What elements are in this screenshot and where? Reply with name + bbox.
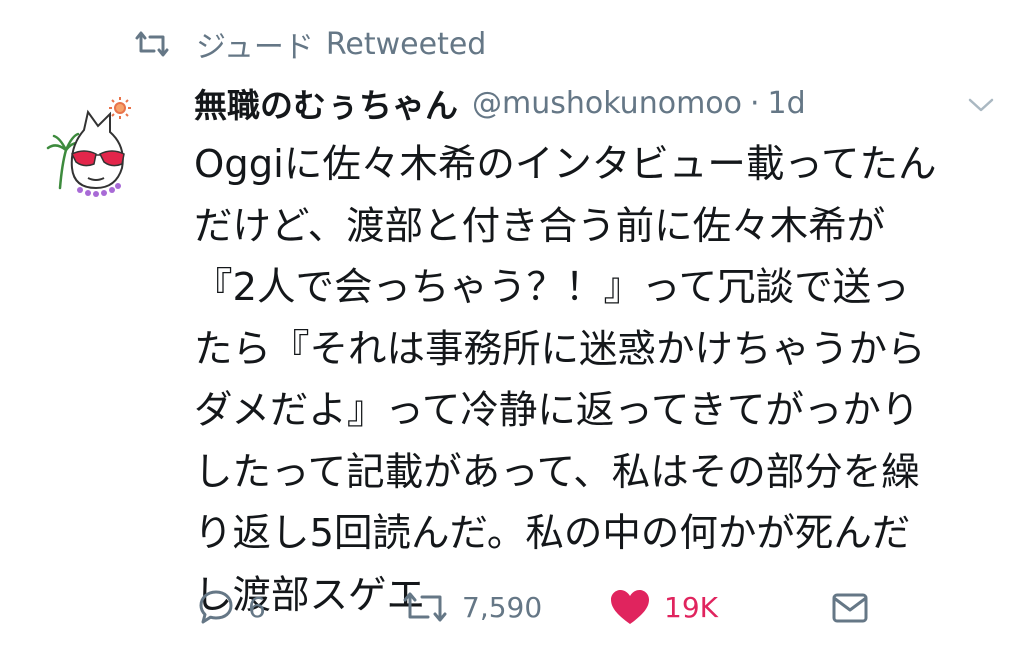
reply-icon (199, 590, 233, 624)
tweet-text-line: したって記載があって、私はその部分を繰 (194, 449, 920, 495)
retweet-banner: ジュード Retweeted (132, 22, 486, 66)
tweet-text-line: たら『それは事務所に迷惑かけちゃうから (194, 326, 926, 372)
retweet-icon (135, 31, 169, 57)
tweet-text-line: だけど、渡部と付き合う前に佐々木希が (194, 203, 886, 249)
reply-count: 6 (248, 590, 266, 624)
retweet-button[interactable]: 7,590 (400, 582, 542, 632)
reply-button[interactable]: 6 (196, 582, 266, 632)
retweeted-label: Retweeted (325, 26, 487, 62)
display-name[interactable]: 無職のむぅちゃん (194, 79, 458, 127)
tweet-text-line: 『2人で会っちゃう？！』って冗談で送っ (194, 265, 910, 310)
heart-icon (611, 590, 649, 624)
retweeter-name[interactable]: ジュード (196, 22, 314, 66)
retweet-count: 7,590 (462, 590, 543, 624)
tweet-text-line: ダメだよ』って冷静に返ってきてがっかり (194, 388, 920, 433)
chevron-down-icon[interactable] (966, 92, 996, 116)
separator-dot: · (750, 85, 760, 121)
tweet-header: 無職のむぅちゃん @mushokunomoo · 1d (194, 78, 806, 128)
tweet-text: Oggiに佐々木希のインタビュー載ってたん だけど、渡部と付き合う前に佐々木希が… (194, 134, 994, 626)
tweet-timestamp[interactable]: 1d (768, 86, 806, 121)
retweet-icon (403, 592, 447, 622)
like-button[interactable]: 19K (608, 582, 718, 632)
direct-message-button[interactable] (830, 582, 870, 632)
avatar[interactable] (44, 92, 144, 212)
action-bar: 6 7,590 19K (196, 582, 896, 632)
tweet-text-line: り返し5回読んだ。私の中の何かが死んだ (194, 511, 911, 556)
tweet-text-line: Oggiに佐々木希のインタビュー載ってたん (194, 142, 937, 187)
like-count: 19K (664, 590, 718, 624)
envelope-icon (832, 593, 868, 623)
user-handle[interactable]: @mushokunomoo (472, 86, 742, 121)
